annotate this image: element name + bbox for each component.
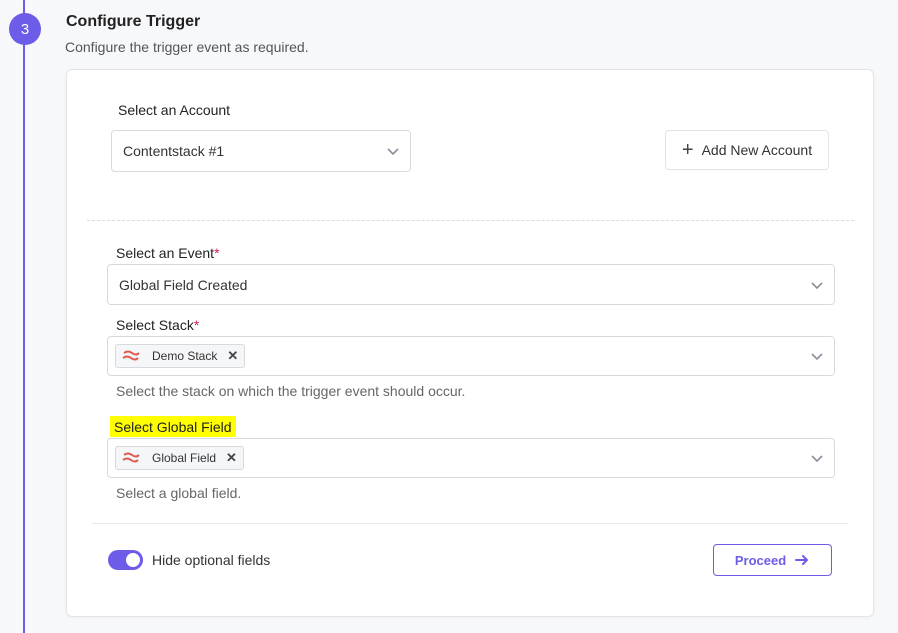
stack-chip: Demo Stack ✕ <box>115 344 246 368</box>
step-number-badge: 3 <box>9 13 41 45</box>
hide-optional-fields-toggle[interactable] <box>108 550 143 570</box>
close-icon[interactable]: ✕ <box>227 348 238 364</box>
chevron-down-icon <box>811 281 823 289</box>
footer-divider <box>92 523 848 524</box>
stack-select[interactable]: Demo Stack ✕ <box>107 336 835 376</box>
section-divider <box>87 220 854 221</box>
proceed-label: Proceed <box>734 552 787 568</box>
required-mark: * <box>193 317 200 333</box>
global-field-chip: Global Field ✕ <box>115 446 244 470</box>
add-new-account-button[interactable]: + Add New Account <box>665 130 829 170</box>
event-select[interactable]: Global Field Created <box>107 264 835 305</box>
chevron-down-icon <box>811 353 823 361</box>
add-new-account-label: Add New Account <box>701 142 813 158</box>
stack-help-text: Select the stack on which the trigger ev… <box>116 383 466 399</box>
plus-icon: + <box>681 139 694 161</box>
account-select-value: Contentstack #1 <box>123 143 225 159</box>
contentstack-logo-icon <box>122 452 140 463</box>
global-field-help-text: Select a global field. <box>116 485 242 501</box>
stack-label: Select Stack* <box>116 317 200 333</box>
step-title: Configure Trigger <box>66 13 201 30</box>
contentstack-logo-icon <box>122 350 140 361</box>
arrow-right-icon <box>795 555 809 565</box>
step-connector-line <box>23 0 25 633</box>
account-select[interactable]: Contentstack #1 <box>111 130 411 172</box>
chevron-down-icon <box>811 455 823 463</box>
global-field-select[interactable]: Global Field ✕ <box>107 438 835 478</box>
global-field-chip-label: Global Field <box>152 451 217 465</box>
stack-chip-label: Demo Stack <box>152 349 218 363</box>
hide-optional-fields-label: Hide optional fields <box>152 552 271 568</box>
global-field-label: Select Global Field <box>110 416 236 437</box>
event-label: Select an Event* <box>116 245 220 261</box>
event-select-value: Global Field Created <box>119 276 248 293</box>
toggle-knob <box>126 553 140 567</box>
close-icon[interactable]: ✕ <box>226 450 237 466</box>
trigger-config-card: Select an Account Contentstack #1 + Add … <box>66 69 874 617</box>
required-mark: * <box>214 245 220 261</box>
proceed-button[interactable]: Proceed <box>713 544 832 576</box>
chevron-down-icon <box>387 148 399 156</box>
step-subtitle: Configure the trigger event as required. <box>65 39 309 55</box>
account-label: Select an Account <box>118 102 231 118</box>
